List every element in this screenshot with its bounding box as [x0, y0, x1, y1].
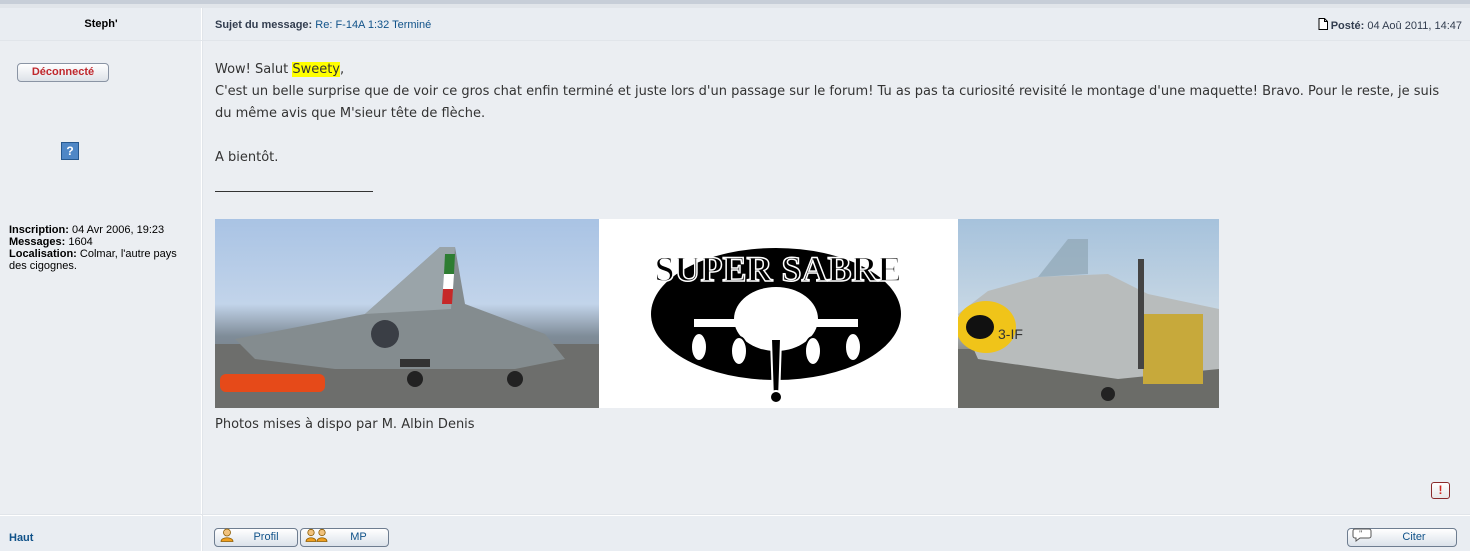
- post-body: Wow! Salut Sweety, C'est un belle surpri…: [203, 41, 1470, 514]
- post-footer-right: Profil MP " Citer: [203, 515, 1470, 551]
- profile-button-label: Profil: [253, 531, 279, 543]
- back-to-top-link[interactable]: Haut: [9, 532, 33, 544]
- users-icon: [305, 528, 329, 548]
- private-message-button[interactable]: MP: [300, 528, 389, 547]
- post-header: Sujet du message: Re: F-14A 1:32 Terminé…: [203, 8, 1470, 40]
- greeting-line: Wow! Salut Sweety,: [215, 59, 1455, 81]
- offline-status-badge: Déconnecté: [17, 63, 109, 82]
- posted-label: Posté:: [1330, 20, 1365, 32]
- posted-value: 04 Aoû 2011, 14:47: [1367, 20, 1462, 32]
- post-subject: Sujet du message: Re: F-14A 1:32 Terminé: [215, 19, 431, 31]
- super-sabre-logo: SUPER SABRE: [599, 219, 958, 408]
- location-label: Localisation:: [9, 248, 77, 260]
- inscription-label: Inscription:: [9, 224, 69, 236]
- inscription-value: 04 Avr 2006, 19:23: [71, 224, 165, 236]
- highlighted-name: Sweety: [292, 62, 340, 77]
- jet-photo-left: [215, 219, 599, 408]
- post-date: Posté: 04 Aoû 2011, 14:47: [1318, 18, 1462, 32]
- help-icon[interactable]: ?: [61, 142, 79, 160]
- quote-button-label: Citer: [1402, 531, 1426, 543]
- profile-button[interactable]: Profil: [214, 528, 298, 547]
- svg-text:3-IF: 3-IF: [998, 326, 1023, 342]
- post-icon[interactable]: [1318, 18, 1328, 30]
- post-paragraph-1: C'est un belle surprise que de voir ce g…: [215, 84, 1440, 121]
- quote-button[interactable]: " Citer: [1347, 528, 1457, 547]
- greeting-punct: ,: [340, 62, 345, 77]
- author-profile: Déconnecté ? Inscription: 04 Avr 2006, 1…: [0, 41, 202, 514]
- signature-divider: [215, 191, 373, 192]
- logo-text: SUPER SABRE: [654, 249, 901, 289]
- post-author-header: Steph': [0, 8, 202, 40]
- jet-photo-right: 3-IF: [958, 219, 1219, 408]
- subject-label: Sujet du message:: [215, 19, 313, 31]
- quote-bubble-icon: ": [1352, 528, 1372, 548]
- messages-label: Messages:: [9, 236, 66, 248]
- greeting-text: Wow! Salut: [215, 62, 293, 77]
- author-name[interactable]: Steph': [0, 18, 202, 30]
- svg-text:": ": [1359, 529, 1363, 538]
- signature-banner: SUPER SABRE 3-IF: [215, 219, 1219, 408]
- subject-link[interactable]: Re: F-14A 1:32 Terminé: [315, 19, 431, 31]
- profile-details: Inscription: 04 Avr 2006, 19:23 Messages…: [9, 224, 197, 272]
- post-footer-left: Haut: [0, 515, 202, 551]
- report-button[interactable]: !: [1431, 482, 1450, 499]
- messages-value: 1604: [68, 236, 93, 248]
- pm-button-label: MP: [350, 531, 367, 543]
- signature-caption: Photos mises à dispo par M. Albin Denis: [215, 417, 475, 432]
- post-content: Wow! Salut Sweety, C'est un belle surpri…: [215, 59, 1455, 169]
- post-paragraph-2: A bientôt.: [215, 150, 279, 165]
- user-icon: [219, 528, 235, 548]
